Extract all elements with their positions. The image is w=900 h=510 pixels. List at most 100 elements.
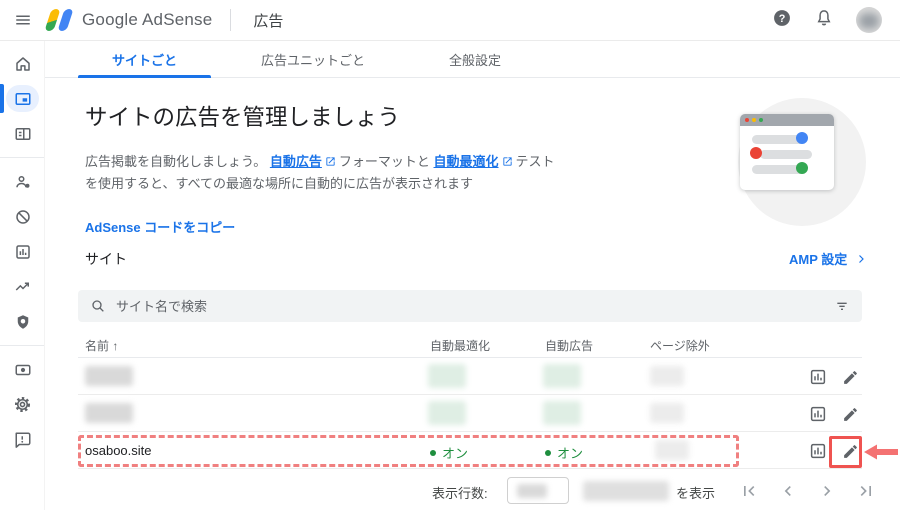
illustration-blue-knob xyxy=(796,132,808,144)
sidebar-divider xyxy=(0,345,44,346)
reports-icon xyxy=(15,244,30,259)
status-dot-icon xyxy=(545,449,551,456)
left-navigation-rail xyxy=(0,41,45,510)
illustration-browser-card xyxy=(740,114,834,190)
bar-chart-icon xyxy=(810,369,826,385)
bar-chart-icon xyxy=(810,443,826,459)
table-row[interactable] xyxy=(78,395,862,432)
sidebar-item-ad-units[interactable] xyxy=(0,116,45,151)
column-header-auto-ads[interactable]: 自動広告 xyxy=(545,337,593,354)
sidebar-item-policy-center[interactable] xyxy=(0,304,45,339)
next-page-button[interactable] xyxy=(816,480,838,502)
hero-title: サイトの広告を管理しましょう xyxy=(85,105,401,130)
sort-up-icon: ↑ xyxy=(112,339,119,353)
column-header-auto-optimize[interactable]: 自動最適化 xyxy=(430,337,490,354)
row-report-button[interactable] xyxy=(808,441,828,461)
trending-up-icon xyxy=(15,282,29,291)
tab-bar: サイトごと 広告ユニットごと 全般設定 xyxy=(45,41,900,78)
status-dot-icon xyxy=(430,449,436,456)
redacted-range-text xyxy=(583,481,669,501)
column-header-name[interactable]: 名前 ↑ xyxy=(85,337,118,354)
redacted-auto-ads-status xyxy=(543,364,581,388)
table-row[interactable] xyxy=(78,358,862,395)
policy-shield-icon xyxy=(17,314,28,329)
redacted-page-exclusions xyxy=(655,440,689,460)
sidebar-item-sites[interactable] xyxy=(0,164,45,199)
adsense-logo-icon[interactable] xyxy=(44,9,74,31)
auto-ads-status: オン xyxy=(545,443,583,462)
redacted-page-exclusions xyxy=(650,403,684,423)
sites-person-icon xyxy=(15,175,29,188)
last-page-icon xyxy=(860,486,871,496)
window-dot-yellow xyxy=(752,118,756,122)
pencil-icon xyxy=(843,407,857,421)
first-page-button[interactable] xyxy=(738,480,760,502)
menu-icon[interactable] xyxy=(0,11,46,29)
previous-page-button[interactable] xyxy=(777,480,799,502)
auto-optimize-status: オン xyxy=(430,443,468,462)
first-page-icon xyxy=(744,486,755,496)
chevron-right-icon xyxy=(824,486,831,496)
redacted-rows-value xyxy=(517,484,547,498)
redacted-auto-optimize-status xyxy=(428,401,466,425)
pagination-controls xyxy=(738,480,877,502)
ads-icon xyxy=(15,92,30,105)
chevron-right-icon xyxy=(859,254,865,263)
row-edit-button[interactable] xyxy=(840,441,860,461)
hero-description: 広告掲載を自動化しましょう。 自動広告 フォーマットと 自動最適化 テストを使用する… xyxy=(85,151,563,194)
chevron-left-icon xyxy=(784,486,791,496)
hero-intro-text: 広告掲載を自動化しましょう。 xyxy=(85,154,267,169)
site-search-input[interactable] xyxy=(116,298,834,314)
app-name: Google AdSense xyxy=(82,10,213,29)
redacted-auto-optimize-status xyxy=(428,364,466,388)
pencil-icon xyxy=(843,370,857,384)
help-icon[interactable]: ? xyxy=(772,8,792,33)
page-title: 広告 xyxy=(253,12,284,30)
redacted-site-name xyxy=(85,366,133,386)
sidebar-item-feedback[interactable] xyxy=(0,422,45,457)
filter-icon[interactable] xyxy=(834,298,850,314)
sidebar-item-reports[interactable] xyxy=(0,234,45,269)
display-suffix-label: を表示 xyxy=(676,486,716,501)
top-app-bar: Google AdSense 広告 ? xyxy=(0,0,900,41)
sidebar-divider xyxy=(0,157,44,158)
rows-per-page-label: 表示行数: xyxy=(432,486,488,501)
sidebar-item-optimization[interactable] xyxy=(0,269,45,304)
payments-icon xyxy=(15,364,30,375)
last-page-button[interactable] xyxy=(855,480,877,502)
tab-per-ad-unit[interactable]: 広告ユニットごと xyxy=(219,41,407,77)
rows-per-page-select[interactable] xyxy=(507,477,569,504)
illustration-red-knob xyxy=(750,147,762,159)
row-edit-button[interactable] xyxy=(840,367,860,387)
browser-illustration xyxy=(738,98,866,226)
ad-units-icon xyxy=(15,127,30,140)
sidebar-item-blocking-controls[interactable] xyxy=(0,199,45,234)
sidebar-item-ads-active[interactable] xyxy=(0,81,45,116)
row-report-button[interactable] xyxy=(808,367,828,387)
table-row-osaboo-site[interactable]: osaboo.site オン オン xyxy=(78,432,862,469)
feedback-icon xyxy=(15,432,30,448)
account-avatar[interactable] xyxy=(856,7,882,33)
svg-text:?: ? xyxy=(779,12,786,24)
amp-settings-link[interactable]: AMP 設定 xyxy=(789,249,867,268)
row-edit-button[interactable] xyxy=(840,404,860,424)
settings-gear-icon xyxy=(14,396,31,413)
notifications-icon[interactable] xyxy=(814,8,834,33)
illustration-green-knob xyxy=(796,162,808,174)
site-search-bar xyxy=(78,290,862,322)
pencil-icon xyxy=(843,444,857,458)
column-header-page-exclusions[interactable]: ページ除外 xyxy=(650,337,710,354)
auto-ads-link[interactable]: 自動広告 xyxy=(270,154,322,169)
sidebar-item-payments[interactable] xyxy=(0,352,45,387)
window-dot-red xyxy=(745,118,749,122)
open-in-new-icon xyxy=(502,152,513,173)
row-report-button[interactable] xyxy=(808,404,828,424)
sidebar-item-home[interactable] xyxy=(0,46,45,81)
tab-global-settings[interactable]: 全般設定 xyxy=(407,41,543,77)
copy-adsense-code-button[interactable]: AdSense コードをコピー xyxy=(85,217,235,236)
sidebar-item-settings[interactable] xyxy=(0,387,45,422)
tab-per-site[interactable]: サイトごと xyxy=(70,41,219,78)
auto-optimize-link[interactable]: 自動最適化 xyxy=(434,154,499,169)
window-dot-green xyxy=(759,118,763,122)
site-name: osaboo.site xyxy=(85,443,152,458)
